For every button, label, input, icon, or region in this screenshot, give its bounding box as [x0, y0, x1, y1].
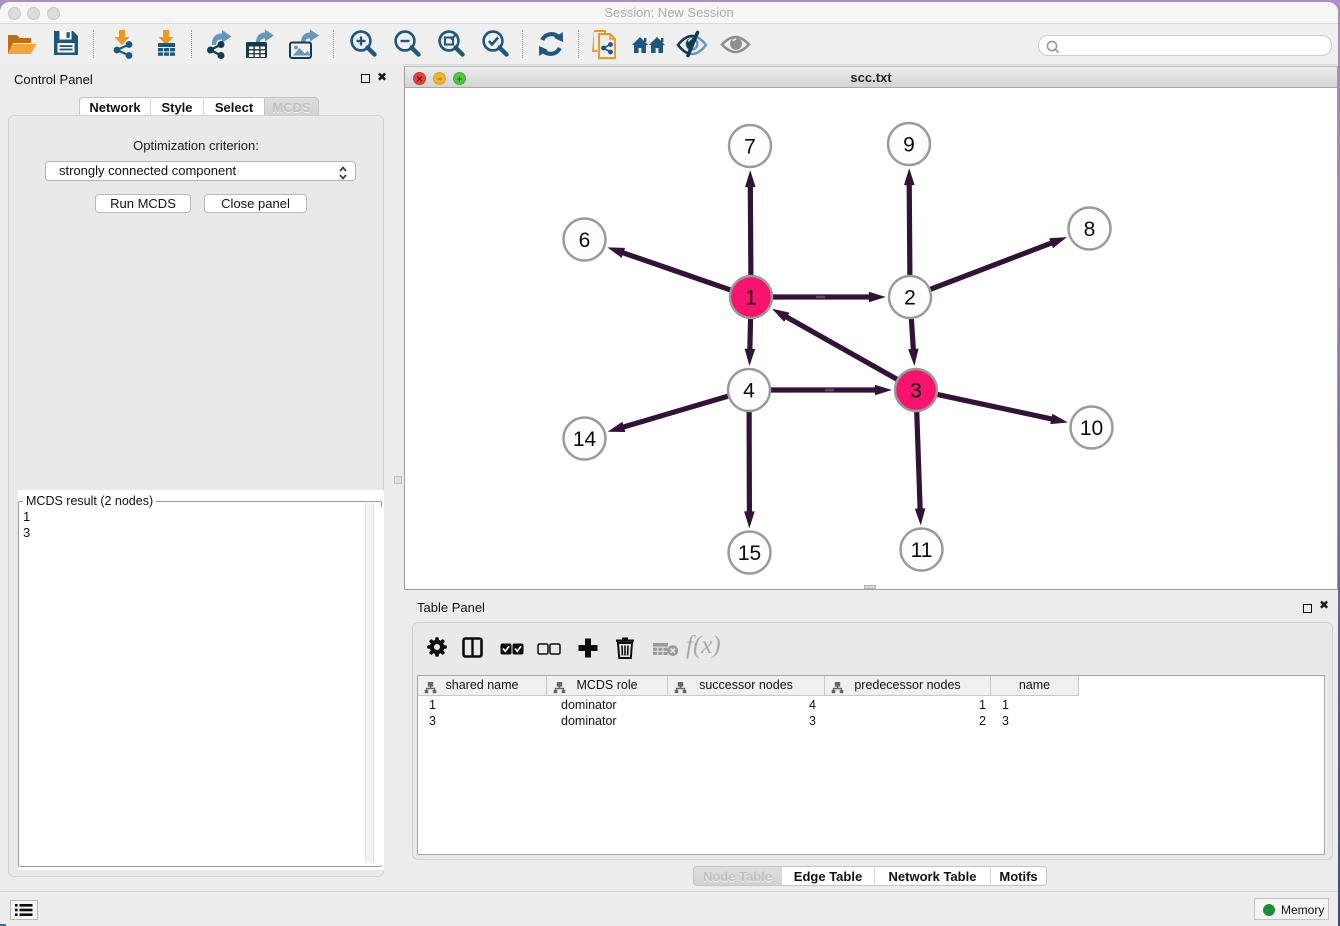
- svg-text:15: 15: [738, 542, 761, 565]
- svg-text:8: 8: [1084, 218, 1096, 241]
- svg-text:10: 10: [1080, 417, 1103, 440]
- svg-text:14: 14: [573, 428, 597, 451]
- svg-text:2: 2: [904, 287, 916, 310]
- svg-text:1: 1: [745, 287, 757, 310]
- svg-text:3: 3: [910, 380, 922, 403]
- svg-text:9: 9: [903, 134, 915, 157]
- svg-text:7: 7: [744, 136, 756, 159]
- svg-text:6: 6: [579, 229, 591, 252]
- svg-text:4: 4: [743, 380, 755, 403]
- svg-text:11: 11: [911, 539, 933, 562]
